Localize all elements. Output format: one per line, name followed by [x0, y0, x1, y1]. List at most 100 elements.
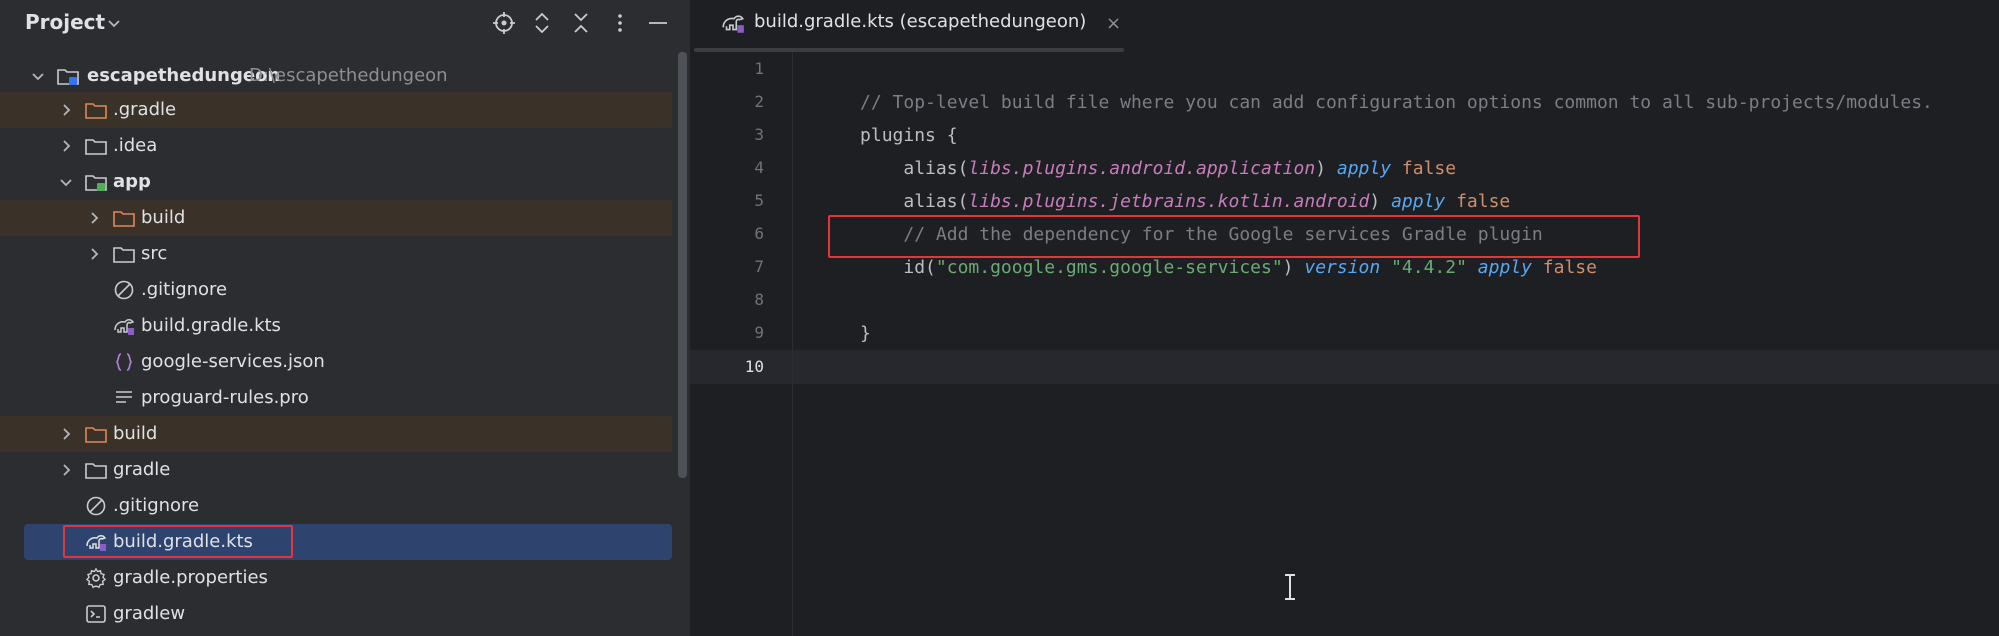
code-comment: // Top-level build file where you can ad…: [860, 92, 1933, 113]
module-folder-icon: [85, 175, 107, 191]
tree-item-label: gradle.properties: [113, 567, 268, 588]
tree-item-path: D:\escapethedungeon: [249, 65, 448, 86]
tree-item-gradle-properties[interactable]: gradle.properties: [0, 560, 672, 596]
folder-icon: [113, 211, 135, 227]
tree-item-label: app: [113, 171, 151, 192]
gradle-icon: [114, 319, 135, 335]
chevron-right-icon[interactable]: [84, 244, 104, 264]
line-number: 9: [754, 323, 764, 342]
project-tree-scrollbar[interactable]: [678, 52, 687, 478]
tree-item-label: gradle: [113, 459, 171, 480]
tree-item-gradlew[interactable]: gradlew: [0, 596, 672, 632]
gear-icon: [85, 567, 107, 589]
editor-tab-bar: build.gradle.kts (escapethedungeon) ×: [690, 0, 1999, 52]
module-folder-icon: [57, 69, 79, 85]
line-number-current: 10: [744, 357, 764, 376]
chevron-right-icon[interactable]: [56, 136, 76, 156]
locate-icon[interactable]: [491, 10, 517, 36]
tree-item-proguard[interactable]: proguard-rules.pro: [0, 380, 672, 416]
folder-icon: [85, 427, 107, 443]
code-annotation-highlight: [828, 215, 1640, 258]
current-line-highlight: [690, 350, 1999, 384]
code-token: version: [1304, 257, 1381, 278]
tree-item-label: build.gradle.kts: [141, 315, 281, 336]
chevron-right-icon[interactable]: [56, 424, 76, 444]
tree-item-google-services[interactable]: google-services.json: [0, 344, 672, 380]
code-line-1: // Top-level build file where you can ad…: [795, 52, 1933, 113]
code-string: "4.4.2": [1391, 257, 1467, 278]
line-number-gutter[interactable]: 1 2 3 4 5 6 7 8 9 10: [690, 52, 790, 636]
tree-item-label: build: [113, 423, 158, 444]
project-tool-window: Project escapethedungeon D:\escapethedun…: [0, 0, 690, 636]
code-line-3: alias(libs.plugins.android.application) …: [795, 118, 1456, 179]
tree-item-gradle-dir[interactable]: .gradle: [0, 92, 672, 128]
code-string: "com.google.gms.google-services": [935, 257, 1283, 278]
code-line-8: }: [795, 283, 871, 344]
hide-icon[interactable]: [645, 10, 671, 36]
ignore-file-icon: [86, 496, 106, 516]
tree-item-label: .gradle: [113, 99, 177, 120]
chevron-right-icon[interactable]: [56, 100, 76, 120]
ignore-file-icon: [114, 280, 134, 300]
tree-item-label: proguard-rules.pro: [141, 387, 309, 408]
tree-item-app-build[interactable]: build: [0, 200, 672, 236]
expand-all-icon[interactable]: [529, 10, 555, 36]
chevron-down-icon[interactable]: [104, 13, 124, 33]
code-token: }: [860, 323, 871, 344]
tree-item-src[interactable]: src: [0, 236, 672, 272]
collapse-all-icon[interactable]: [568, 10, 594, 36]
line-number: 7: [754, 257, 764, 276]
folder-icon: [113, 247, 135, 263]
text-file-icon: [116, 391, 132, 403]
tree-item-app-gitignore[interactable]: .gitignore: [0, 272, 672, 308]
tree-item-app[interactable]: app: [0, 164, 672, 200]
code-token: id(: [860, 257, 936, 278]
editor-tab-build-gradle[interactable]: build.gradle.kts (escapethedungeon) ×: [702, 0, 1132, 48]
tree-item-label: google-services.json: [141, 351, 325, 372]
code-editor: build.gradle.kts (escapethedungeon) × 1 …: [690, 0, 1999, 636]
tree-item-label: build: [141, 207, 186, 228]
line-number: 1: [754, 59, 764, 78]
more-options-icon[interactable]: [607, 10, 633, 36]
line-number: 6: [754, 224, 764, 243]
gutter-divider: [792, 52, 793, 636]
tree-annotation-highlight: [63, 525, 293, 558]
line-number: 3: [754, 125, 764, 144]
close-icon[interactable]: ×: [1106, 13, 1121, 34]
code-token: false: [1531, 257, 1597, 278]
code-token: ): [1282, 257, 1305, 278]
code-token: apply: [1477, 257, 1532, 278]
tree-item-gitignore[interactable]: .gitignore: [0, 488, 672, 524]
editor-tab-title: build.gradle.kts (escapethedungeon): [754, 11, 1087, 32]
code-line-4: alias(libs.plugins.jetbrains.kotlin.andr…: [795, 151, 1510, 212]
chevron-right-icon[interactable]: [84, 208, 104, 228]
chevron-down-icon[interactable]: [28, 66, 48, 86]
folder-icon: [85, 139, 107, 155]
line-number: 8: [754, 290, 764, 309]
folder-icon: [85, 103, 107, 119]
folder-icon: [85, 463, 107, 479]
project-view-selector[interactable]: Project: [25, 10, 105, 34]
gradle-icon: [722, 15, 745, 33]
json-file-icon: [116, 353, 132, 371]
chevron-down-icon[interactable]: [56, 172, 76, 192]
tree-item-app-build-gradle[interactable]: build.gradle.kts: [0, 308, 672, 344]
tree-item-label: .idea: [113, 135, 158, 156]
tree-item-root[interactable]: escapethedungeon D:\escapethedungeon: [0, 58, 672, 94]
line-number: 4: [754, 158, 764, 177]
project-panel-header: Project: [0, 0, 690, 48]
tree-item-idea[interactable]: .idea: [0, 128, 672, 164]
code-line-5: // Add the dependency for the Google ser…: [795, 184, 1542, 245]
chevron-right-icon[interactable]: [56, 460, 76, 480]
tree-item-label: gradlew: [113, 603, 186, 624]
code-line-2: plugins {: [795, 85, 958, 146]
line-number: 5: [754, 191, 764, 210]
terminal-icon: [86, 605, 106, 623]
i-beam-cursor-icon: [1285, 574, 1295, 600]
line-number: 2: [754, 92, 764, 111]
tree-item-label: .gitignore: [113, 495, 200, 516]
tree-item-gradle[interactable]: gradle: [0, 452, 672, 488]
tree-item-build[interactable]: build: [0, 416, 672, 452]
